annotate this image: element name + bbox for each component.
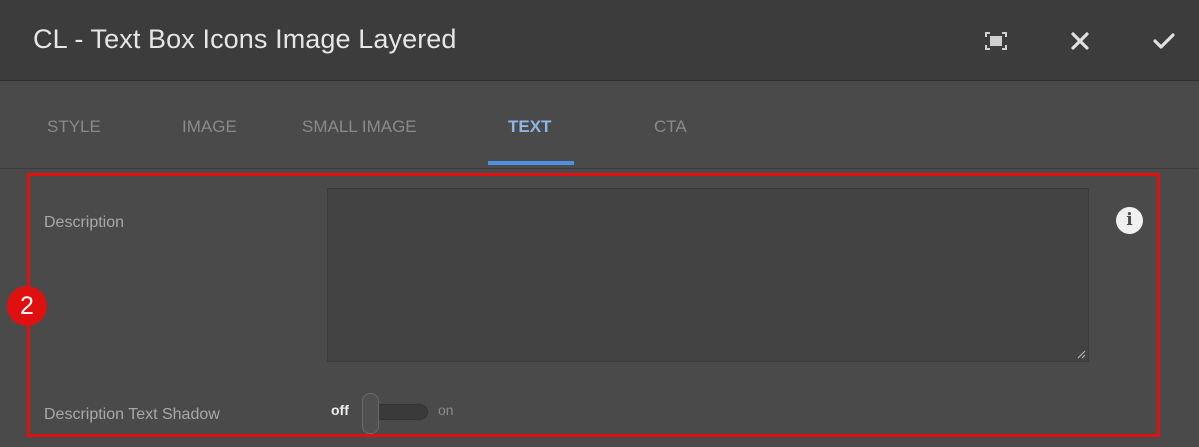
confirm-button[interactable] (1150, 27, 1178, 55)
switch-on-label: on (438, 402, 454, 418)
active-tab-indicator (488, 161, 574, 165)
dialog-header: CL - Text Box Icons Image Layered (0, 0, 1199, 81)
check-icon (1153, 33, 1175, 49)
description-label: Description (44, 214, 125, 231)
close-button[interactable] (1066, 27, 1094, 55)
tab-small-image[interactable]: SMALL IMAGE (302, 117, 417, 137)
tab-style[interactable]: STYLE (47, 117, 101, 137)
tab-image[interactable]: IMAGE (182, 117, 237, 137)
fullscreen-button[interactable] (982, 27, 1010, 55)
switch-off-label: off (331, 402, 349, 418)
dialog-window: CL - Text Box Icons Image Layered STYLE … (0, 0, 1199, 447)
tab-text[interactable]: TEXT (508, 117, 551, 137)
tab-cta[interactable]: CTA (654, 117, 687, 137)
tab-bar: STYLE IMAGE SMALL IMAGE TEXT CTA (0, 81, 1199, 169)
dialog-title: CL - Text Box Icons Image Layered (33, 24, 457, 54)
resize-grip-icon[interactable] (1076, 349, 1086, 359)
text-shadow-label: Description Text Shadow (44, 406, 220, 423)
badge-number: 2 (20, 291, 34, 320)
info-icon[interactable]: i (1116, 207, 1143, 234)
close-icon (1071, 32, 1089, 50)
fullscreen-icon (985, 32, 1007, 50)
annotation-badge: 2 (7, 286, 47, 326)
description-field[interactable] (327, 188, 1089, 362)
switch-thumb[interactable] (362, 393, 379, 434)
